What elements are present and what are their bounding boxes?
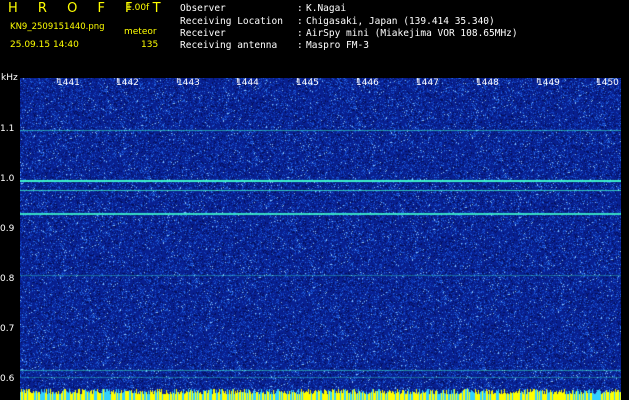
- spectrogram-plot[interactable]: [20, 78, 621, 400]
- meta-value: Chigasaki, Japan (139.414 35.340): [306, 16, 495, 27]
- x-tick-label: 1448: [476, 78, 499, 88]
- y-tick-label: 0.9: [0, 224, 15, 234]
- meta-value: AirSpy mini (Miakejima VOR 108.65MHz): [306, 28, 518, 39]
- filename-label: KN9_2509151440.png: [10, 22, 105, 32]
- y-tick-label: 0.6: [0, 374, 15, 384]
- spectrogram-canvas[interactable]: [20, 78, 621, 400]
- count-label: 135: [141, 40, 159, 50]
- meta-key: Receiver: [180, 28, 226, 39]
- x-tick-label: 1447: [416, 78, 439, 88]
- version-label: 1.00f: [126, 3, 150, 13]
- datetime-label: 25.09.15 14:40: [10, 40, 79, 50]
- y-tick-label: 0.8: [0, 274, 15, 284]
- meta-value: Maspro FM-3: [306, 40, 369, 51]
- y-tick-label: 1.0: [0, 174, 15, 184]
- y-axis-unit: kHz: [1, 73, 18, 83]
- x-tick-label: 1441: [57, 78, 80, 88]
- meta-key: Receiving Location: [180, 16, 283, 27]
- y-tick-label: 0.7: [0, 324, 15, 334]
- meta-key: Receiving antenna: [180, 40, 278, 51]
- x-tick-label: 1450: [596, 78, 619, 88]
- x-tick-label: 1445: [296, 78, 319, 88]
- y-tick-label: 1.1: [0, 124, 15, 134]
- x-tick-label: 1443: [177, 78, 200, 88]
- meta-value: K.Nagai: [306, 3, 347, 14]
- meta-key: Observer: [180, 3, 226, 14]
- header-panel: H R O F F T 1.00f KN9_2509151440.png met…: [0, 0, 629, 76]
- x-tick-label: 1444: [236, 78, 259, 88]
- mode-label: meteor: [124, 27, 157, 37]
- x-tick-label: 1442: [116, 78, 139, 88]
- x-tick-label: 1449: [537, 78, 560, 88]
- x-tick-label: 1446: [356, 78, 379, 88]
